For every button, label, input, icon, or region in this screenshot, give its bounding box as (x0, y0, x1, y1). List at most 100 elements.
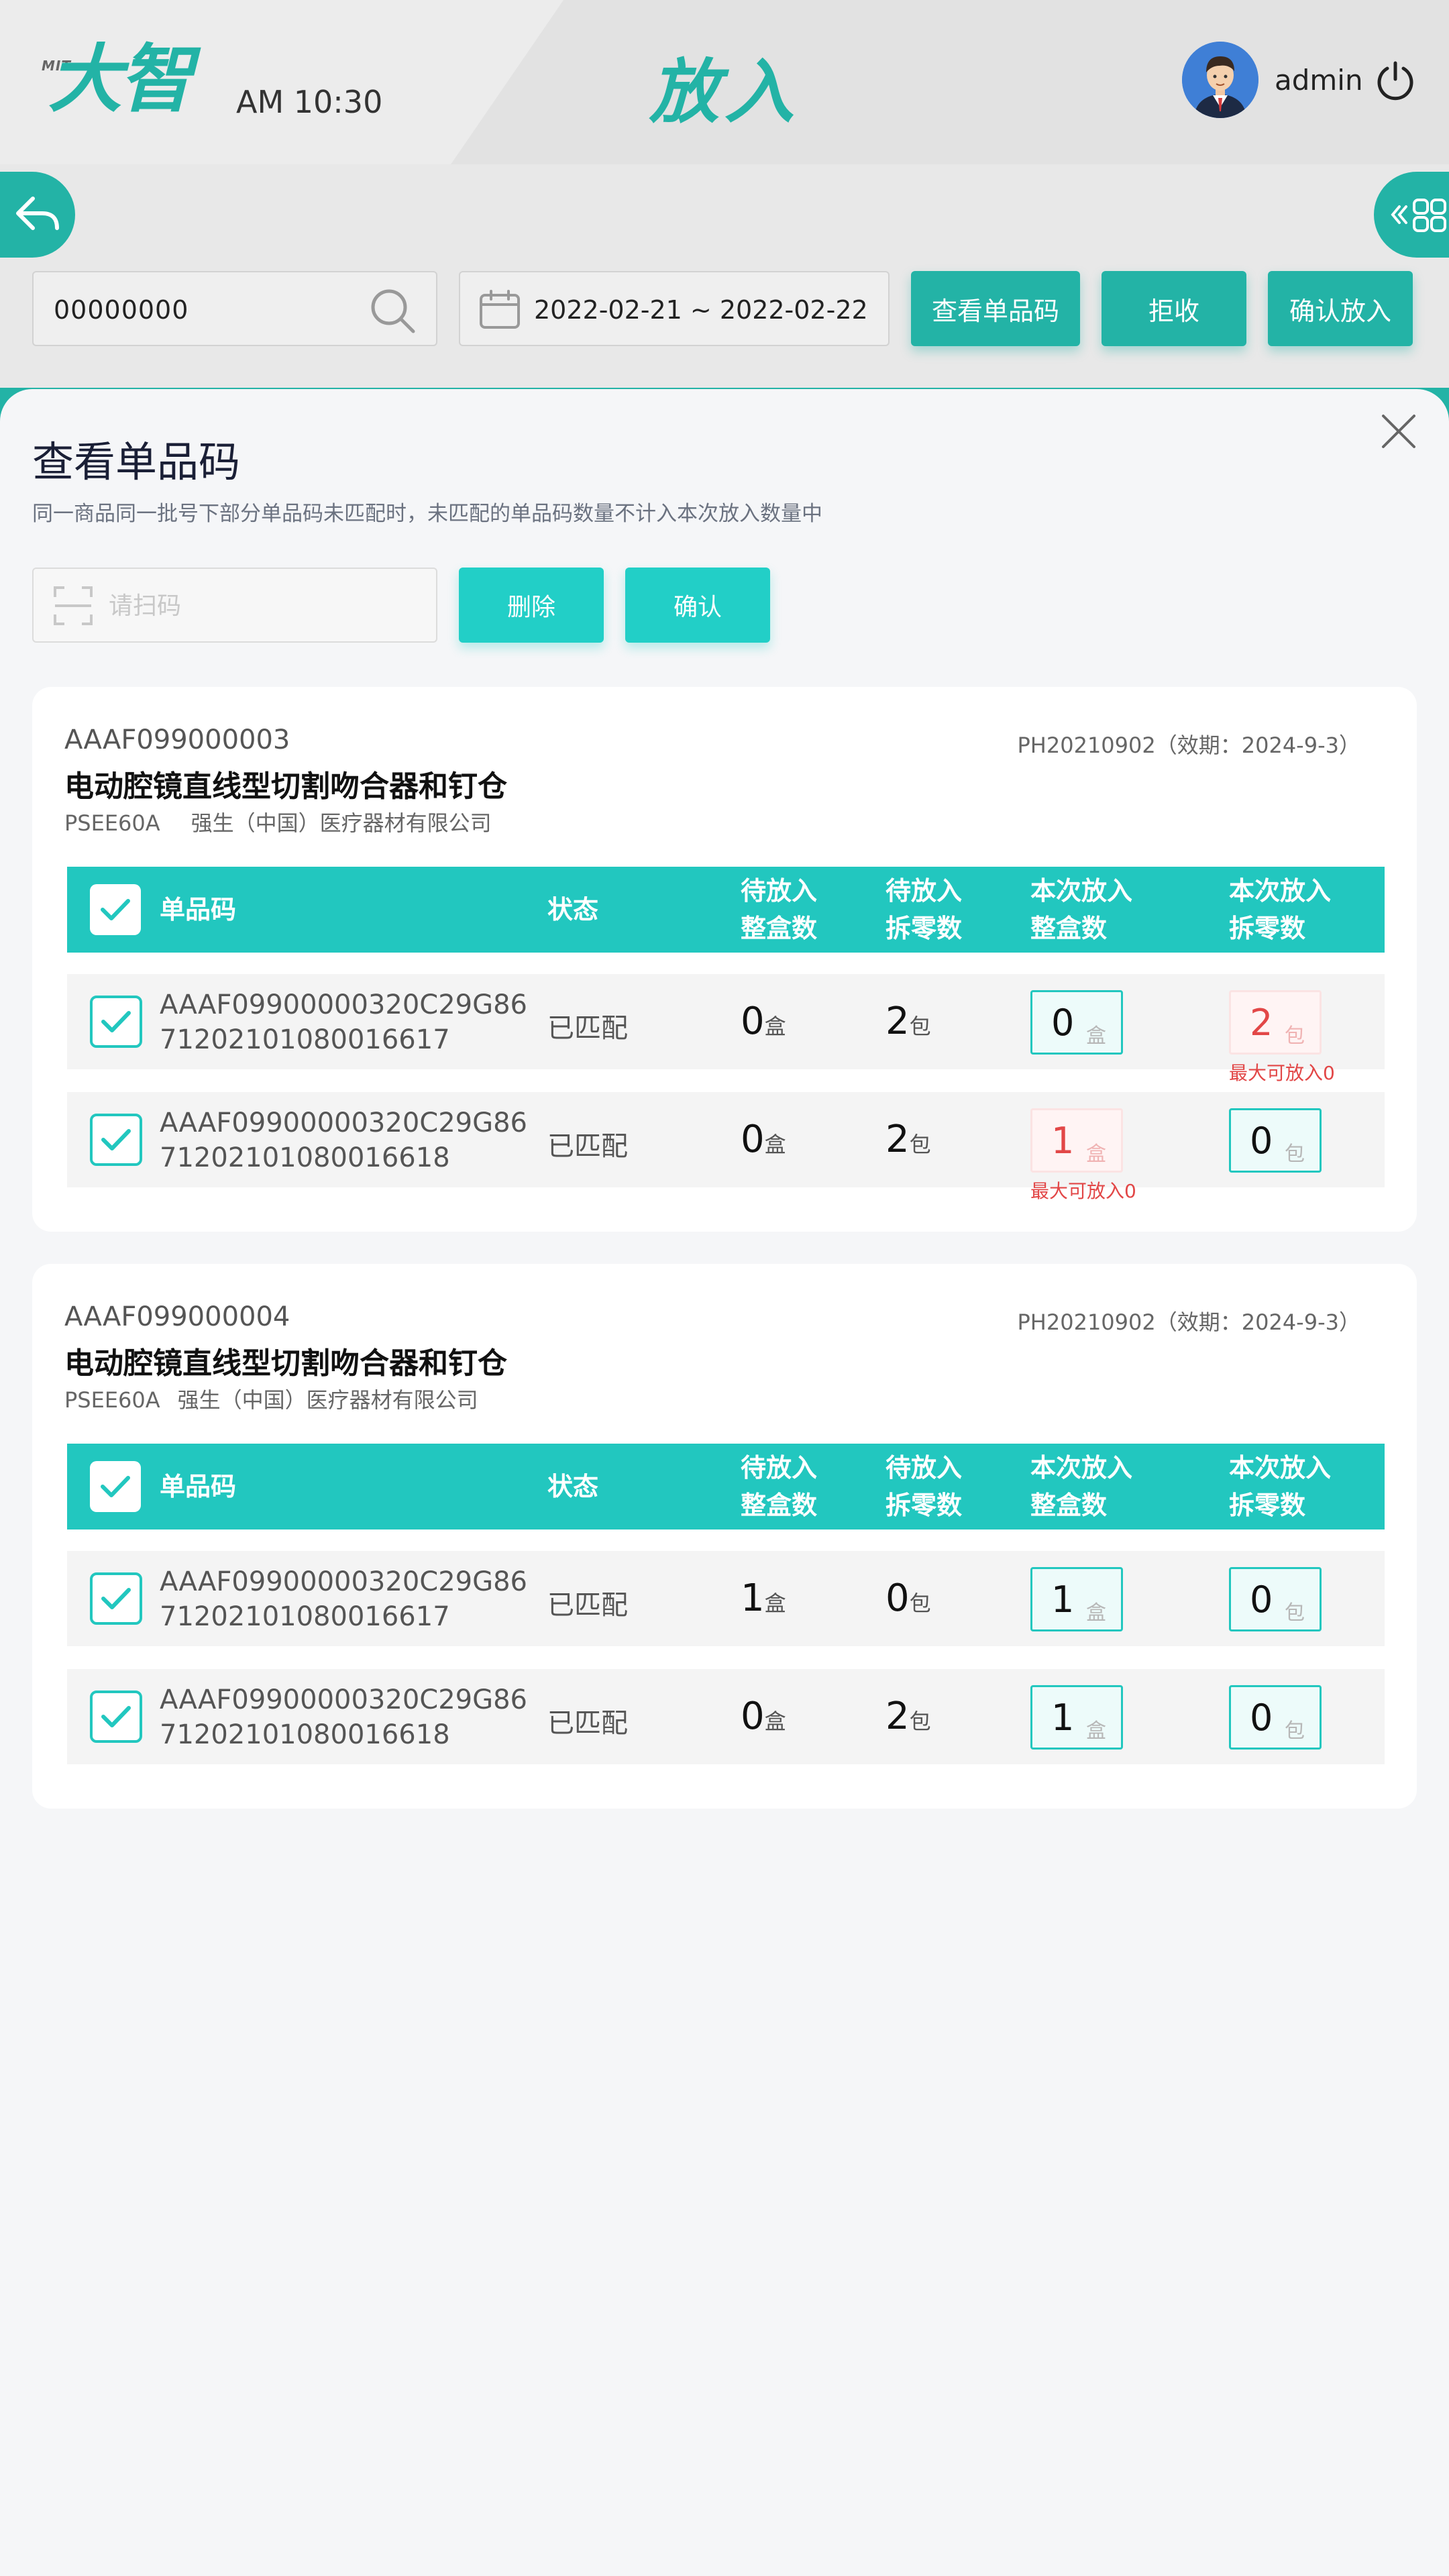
this-whole-input[interactable]: 0盒 (1030, 990, 1123, 1055)
qty-value: 0 (741, 1000, 765, 1043)
col-header-pending-whole: 待放入 整盒数 (741, 872, 817, 947)
this-whole-input[interactable]: 1盒 (1030, 1567, 1123, 1631)
this-split-input[interactable]: 0包 (1229, 1108, 1322, 1173)
checkbox-icon (101, 1706, 131, 1727)
col-header-code: 单品码 (160, 1472, 237, 1501)
col-header-line: 待放入 (741, 1453, 818, 1483)
product-card: AAAF099000003 PH20210902（效期：2024-9-3） 电动… (32, 687, 1417, 1232)
scan-field[interactable] (32, 568, 437, 643)
power-icon (1377, 61, 1413, 101)
input-value: 0 (1250, 1578, 1273, 1621)
qty-unit: 盒 (764, 1709, 786, 1734)
col-header-line: 整盒数 (741, 1491, 818, 1520)
qty-unit: 盒 (764, 1014, 786, 1039)
confirm-put-button[interactable]: 确认放入 (1268, 271, 1413, 346)
this-split-input[interactable]: 0包 (1229, 1567, 1322, 1631)
username[interactable]: admin (1275, 64, 1363, 97)
qty-value: 2 (885, 1000, 910, 1043)
reject-button[interactable]: 拒收 (1102, 271, 1246, 346)
app-header: MIT 大智 AM 10:30 放入 admin (0, 0, 1449, 164)
date-range-value: 2022-02-21 ~ 2022-02-22 (534, 295, 868, 325)
match-status: 已匹配 (547, 1131, 628, 1162)
this-whole-input[interactable]: 1盒 (1030, 1685, 1123, 1750)
product-spec: PSEE60A (64, 1387, 160, 1413)
col-header-line: 拆零数 (1229, 914, 1306, 943)
product-name: 电动腔镜直线型切割吻合器和钉仓 (64, 1346, 507, 1381)
pending-whole-qty: 1盒 (741, 1575, 786, 1627)
table-row: AAAF09900000320C29G86 71202101080016617 已… (67, 1551, 1385, 1646)
col-header-code: 单品码 (160, 895, 237, 924)
avatar[interactable] (1182, 42, 1258, 118)
pending-split-qty: 2包 (885, 998, 931, 1050)
this-whole-input[interactable]: 1盒 (1030, 1108, 1123, 1173)
select-all-checkbox[interactable] (90, 884, 141, 935)
close-icon[interactable] (1381, 413, 1417, 449)
input-value: 1 (1051, 1578, 1075, 1621)
delete-button[interactable]: 删除 (459, 568, 604, 643)
qty-value: 2 (885, 1695, 910, 1738)
table-header: 单品码 状态 待放入 整盒数 待放入 拆零数 本次放入 整盒数 本次放入 拆零数 (67, 1444, 1385, 1529)
row-checkbox[interactable] (90, 1572, 142, 1625)
this-split-input[interactable]: 0包 (1229, 1685, 1322, 1750)
item-code-line: AAAF09900000320C29G86 (160, 1566, 527, 1597)
item-code: AAAF09900000320C29G86 71202101080016617 (160, 1564, 527, 1634)
col-header-line: 拆零数 (885, 1491, 963, 1520)
manufacturer: 强生（中国）医疗器材有限公司 (191, 810, 492, 836)
row-checkbox[interactable] (90, 996, 142, 1048)
input-value: 2 (1250, 1002, 1273, 1044)
date-range-picker[interactable]: 2022-02-21 ~ 2022-02-22 (459, 271, 890, 346)
col-header-pending-split: 待放入 拆零数 (885, 872, 962, 947)
pending-split-qty: 0包 (885, 1575, 931, 1627)
row-checkbox[interactable] (90, 1114, 142, 1166)
qty-value: 1 (741, 1576, 765, 1620)
pending-whole-qty: 0盒 (741, 1693, 786, 1745)
confirm-button[interactable]: 确认 (625, 568, 770, 643)
col-header-line: 本次放入 (1030, 1453, 1133, 1483)
logout-button[interactable] (1374, 59, 1417, 102)
qty-unit: 盒 (764, 1591, 786, 1616)
input-unit: 包 (1285, 1601, 1305, 1625)
item-code-line: AAAF09900000320C29G86 (160, 1108, 527, 1138)
manufacturer: 强生（中国）医疗器材有限公司 (177, 1387, 478, 1413)
input-unit: 包 (1285, 1719, 1305, 1743)
col-header-line: 整盒数 (1030, 914, 1108, 943)
match-status: 已匹配 (547, 1590, 628, 1621)
qty-value: 0 (741, 1695, 765, 1738)
item-code-line: 71202101080016618 (160, 1142, 450, 1173)
search-icon[interactable] (369, 287, 416, 334)
drawer-description: 同一商品同一批号下部分单品码未匹配时，未匹配的单品码数量不计入本次放入数量中 (32, 502, 822, 526)
col-header-line: 本次放入 (1229, 1453, 1332, 1483)
qty-value: 2 (885, 1118, 910, 1161)
checkbox-icon (101, 899, 130, 920)
pending-whole-qty: 0盒 (741, 998, 786, 1050)
batch-info: PH20210902（效期：2024-9-3） (1017, 1309, 1361, 1335)
table-row: AAAF09900000320C29G86 71202101080016617 已… (67, 974, 1385, 1084)
input-unit: 盒 (1086, 1142, 1106, 1166)
back-arrow-icon (16, 197, 59, 230)
checkbox-icon (101, 1011, 131, 1032)
view-item-codes-button[interactable]: 查看单品码 (911, 271, 1080, 346)
input-unit: 盒 (1086, 1719, 1106, 1743)
row-checkbox[interactable] (90, 1690, 142, 1743)
scan-input[interactable] (109, 585, 417, 627)
search-field[interactable]: 00000000 (32, 271, 437, 346)
input-unit: 盒 (1086, 1024, 1106, 1048)
input-value: 0 (1250, 1120, 1273, 1162)
input-unit: 包 (1285, 1024, 1305, 1048)
item-code: AAAF09900000320C29G86 71202101080016618 (160, 1106, 527, 1175)
max-put-error: 最大可放入0 (1229, 1062, 1335, 1084)
col-header-this-split: 本次放入 拆零数 (1229, 1449, 1331, 1524)
col-header-pending-split: 待放入 拆零数 (885, 1449, 962, 1524)
item-code-line: 71202101080016617 (160, 1601, 450, 1632)
grid-menu-icon (1391, 199, 1446, 232)
checkbox-icon (101, 1588, 131, 1609)
max-put-error: 最大可放入0 (1030, 1180, 1136, 1202)
pending-split-qty: 2包 (885, 1116, 931, 1168)
select-all-checkbox[interactable] (90, 1461, 141, 1512)
col-header-line: 拆零数 (885, 914, 963, 943)
col-header-pending-whole: 待放入 整盒数 (741, 1449, 817, 1524)
product-code: AAAF099000004 (64, 1301, 290, 1332)
item-code-line: AAAF09900000320C29G86 (160, 1684, 527, 1715)
this-split-input[interactable]: 2包 (1229, 990, 1322, 1055)
col-header-line: 本次放入 (1030, 876, 1133, 906)
